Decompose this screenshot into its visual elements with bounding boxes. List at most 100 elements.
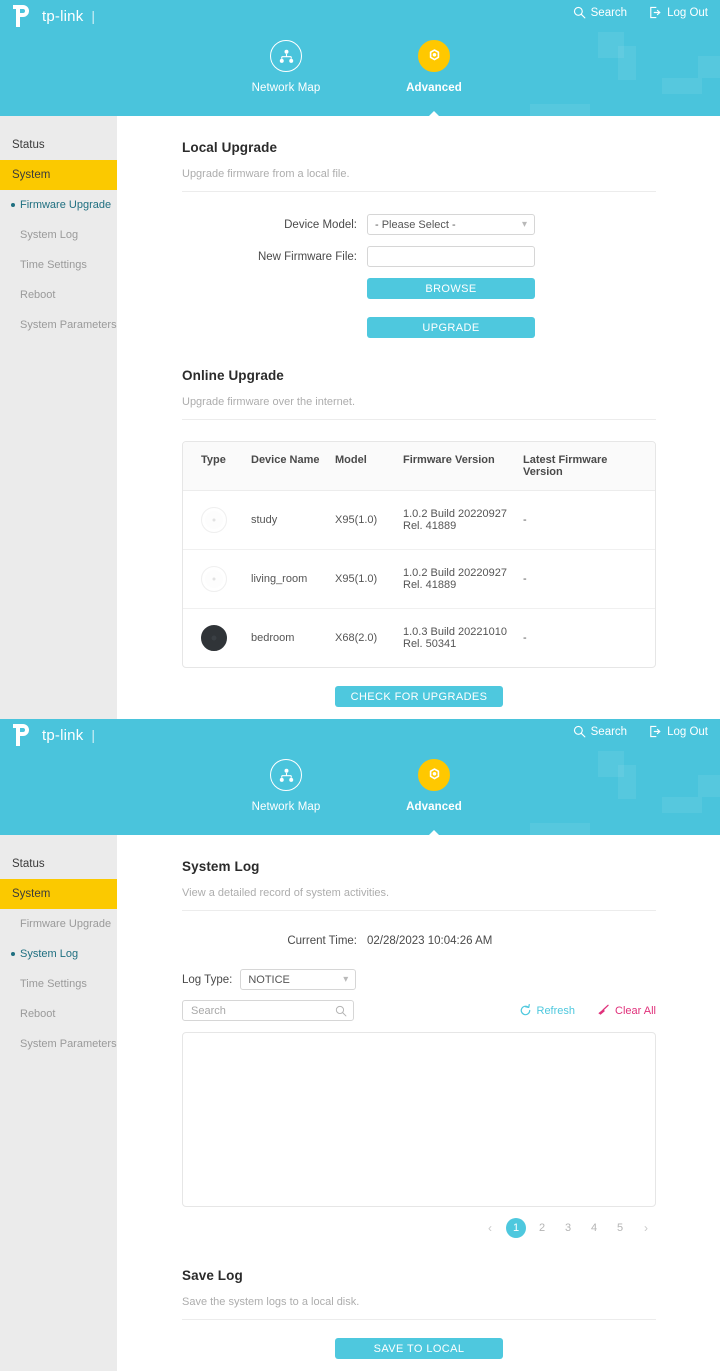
table-row[interactable]: study X95(1.0) 1.0.2 Build 20220927 Rel.…	[183, 490, 655, 550]
upgrade-button[interactable]: UPGRADE	[367, 317, 535, 338]
sidebar-item-firmware-upgrade[interactable]: Firmware Upgrade	[0, 909, 117, 939]
screen-system-log: tp-link | Search Log Out Network Map Adv…	[0, 719, 720, 1371]
advanced-circle	[418, 40, 450, 72]
sidebar-item-reboot[interactable]: Reboot	[0, 999, 117, 1029]
log-type-select-wrap: NOTICE ▾	[240, 969, 357, 990]
column-header-device-name: Device Name	[245, 442, 329, 491]
nav-tab-network-map[interactable]: Network Map	[238, 40, 334, 94]
save-to-local-row: SAVE TO LOCAL	[182, 1338, 656, 1371]
nav-tab-advanced[interactable]: Advanced	[386, 759, 482, 835]
save-to-local-button[interactable]: SAVE TO LOCAL	[335, 1338, 503, 1359]
check-for-upgrades-button[interactable]: CHECK FOR UPGRADES	[335, 686, 503, 707]
sidebar-item-reboot[interactable]: Reboot	[0, 280, 117, 310]
brand-divider: |	[91, 727, 96, 743]
table-row[interactable]: bedroom X68(2.0) 1.0.3 Build 20221010 Re…	[183, 609, 655, 668]
browse-button[interactable]: BROWSE	[367, 278, 535, 299]
sidebar-item-time-settings[interactable]: Time Settings	[0, 969, 117, 999]
local-upgrade-content: Local Upgrade Upgrade firmware from a lo…	[117, 116, 720, 719]
sidebar-item-system-parameters[interactable]: System Parameters	[0, 310, 117, 340]
logout-button[interactable]: Log Out	[649, 725, 708, 738]
table-head: Type Device Name Model Firmware Version …	[183, 442, 655, 491]
sidebar-item-status[interactable]: Status	[0, 849, 117, 879]
logout-button[interactable]: Log Out	[649, 6, 708, 19]
log-type-label: Log Type:	[182, 973, 233, 986]
device-model-select-wrap: - Please Select - ▾	[367, 214, 535, 235]
log-actions: Refresh Clear All	[519, 1004, 656, 1017]
brand-name: tp-link	[42, 7, 84, 25]
sidebar-item-system-log[interactable]: System Log	[0, 220, 117, 250]
pagination-page-2[interactable]: 2	[532, 1218, 552, 1238]
sidebar-item-system-log[interactable]: System Log	[0, 939, 117, 969]
screen-firmware-upgrade: tp-link | Search Log Out Network Map Adv…	[0, 0, 720, 719]
header-decoration	[530, 104, 590, 116]
tp-link-logo-icon	[13, 724, 29, 746]
clear-all-button[interactable]: Clear All	[597, 1004, 656, 1017]
gear-icon	[429, 48, 439, 60]
pagination-page-3[interactable]: 3	[558, 1218, 578, 1238]
device-light-icon	[201, 507, 227, 533]
current-time-label: Current Time:	[287, 935, 357, 947]
log-search-box[interactable]	[182, 1000, 354, 1021]
save-log-title: Save Log	[182, 1268, 243, 1283]
browse-row: BROWSE	[182, 278, 656, 299]
refresh-button[interactable]: Refresh	[519, 1004, 576, 1017]
log-pagination: ‹ 1 2 3 4 5 ›	[182, 1218, 656, 1238]
sidebar-item-firmware-upgrade[interactable]: Firmware Upgrade	[0, 190, 117, 220]
logout-icon	[650, 725, 661, 738]
screen2-body: Status System Firmware Upgrade System Lo…	[0, 835, 720, 1371]
nav-tab-advanced[interactable]: Advanced	[386, 40, 482, 116]
check-upgrades-row: CHECK FOR UPGRADES	[182, 686, 656, 719]
sidebar-item-system[interactable]: System	[0, 160, 117, 190]
tp-link-logo[interactable]: tp-link |	[10, 4, 95, 28]
network-map-icon	[279, 49, 293, 63]
online-upgrade-table: Type Device Name Model Firmware Version …	[183, 442, 655, 667]
table-row[interactable]: living_room X95(1.0) 1.0.2 Build 2022092…	[183, 549, 655, 609]
search-button[interactable]: Search	[573, 725, 627, 738]
pagination-page-4[interactable]: 4	[584, 1218, 604, 1238]
device-model-value: - Please Select -	[375, 218, 456, 231]
cell-model: X95(1.0)	[329, 490, 397, 550]
refresh-icon	[520, 1004, 530, 1016]
nav-tab-network-map[interactable]: Network Map	[238, 759, 334, 813]
pagination-next[interactable]: ›	[636, 1218, 656, 1238]
firmware-file-label: New Firmware File:	[257, 250, 357, 263]
cell-latest-firmware-version: -	[517, 490, 655, 550]
main-nav: Network Map Advanced	[0, 759, 720, 835]
logout-label: Log Out	[667, 6, 708, 19]
upgrade-spacer	[182, 317, 367, 338]
log-entries-box[interactable]	[182, 1032, 656, 1207]
pagination-prev[interactable]: ‹	[480, 1218, 500, 1238]
browse-spacer	[182, 278, 367, 299]
search-button[interactable]: Search	[573, 6, 627, 19]
system-log-description: View a detailed record of system activit…	[182, 887, 656, 911]
nav-label-advanced: Advanced	[406, 82, 462, 94]
pagination-page-5[interactable]: 5	[610, 1218, 630, 1238]
sidebar-item-time-settings[interactable]: Time Settings	[0, 250, 117, 280]
active-tab-arrow	[423, 830, 445, 835]
refresh-label: Refresh	[536, 1004, 576, 1017]
brand-divider: |	[91, 8, 96, 24]
sidebar-item-system-parameters[interactable]: System Parameters	[0, 1029, 117, 1059]
firmware-file-input[interactable]	[367, 246, 535, 267]
search-label: Search	[590, 725, 628, 738]
cell-device-name: study	[245, 490, 329, 550]
log-search-input[interactable]	[191, 1004, 335, 1017]
cell-model: X68(2.0)	[335, 632, 378, 644]
tp-link-logo[interactable]: tp-link |	[10, 723, 95, 747]
header-actions: Search Log Out	[573, 6, 708, 19]
table-header-row: Type Device Name Model Firmware Version …	[183, 442, 655, 491]
main-nav: Network Map Advanced	[0, 40, 720, 116]
device-model-row: Device Model: - Please Select - ▾	[182, 214, 656, 235]
log-type-select[interactable]: NOTICE ▾	[240, 969, 357, 990]
tp-link-logo-icon	[13, 5, 29, 27]
cell-device-name: bedroom	[251, 632, 295, 644]
sidebar-item-system[interactable]: System	[0, 879, 117, 909]
current-time-value: 02/28/2023 10:04:26 AM	[367, 935, 493, 947]
pagination-page-1[interactable]: 1	[506, 1218, 526, 1238]
search-icon	[573, 725, 586, 738]
save-log-section: Save Log Save the system logs to a local…	[182, 1268, 656, 1371]
sidebar-item-status[interactable]: Status	[0, 130, 117, 160]
device-model-select[interactable]: - Please Select - ▾	[367, 214, 535, 235]
broom-icon	[598, 1004, 609, 1015]
save-log-description: Save the system logs to a local disk.	[182, 1296, 656, 1320]
